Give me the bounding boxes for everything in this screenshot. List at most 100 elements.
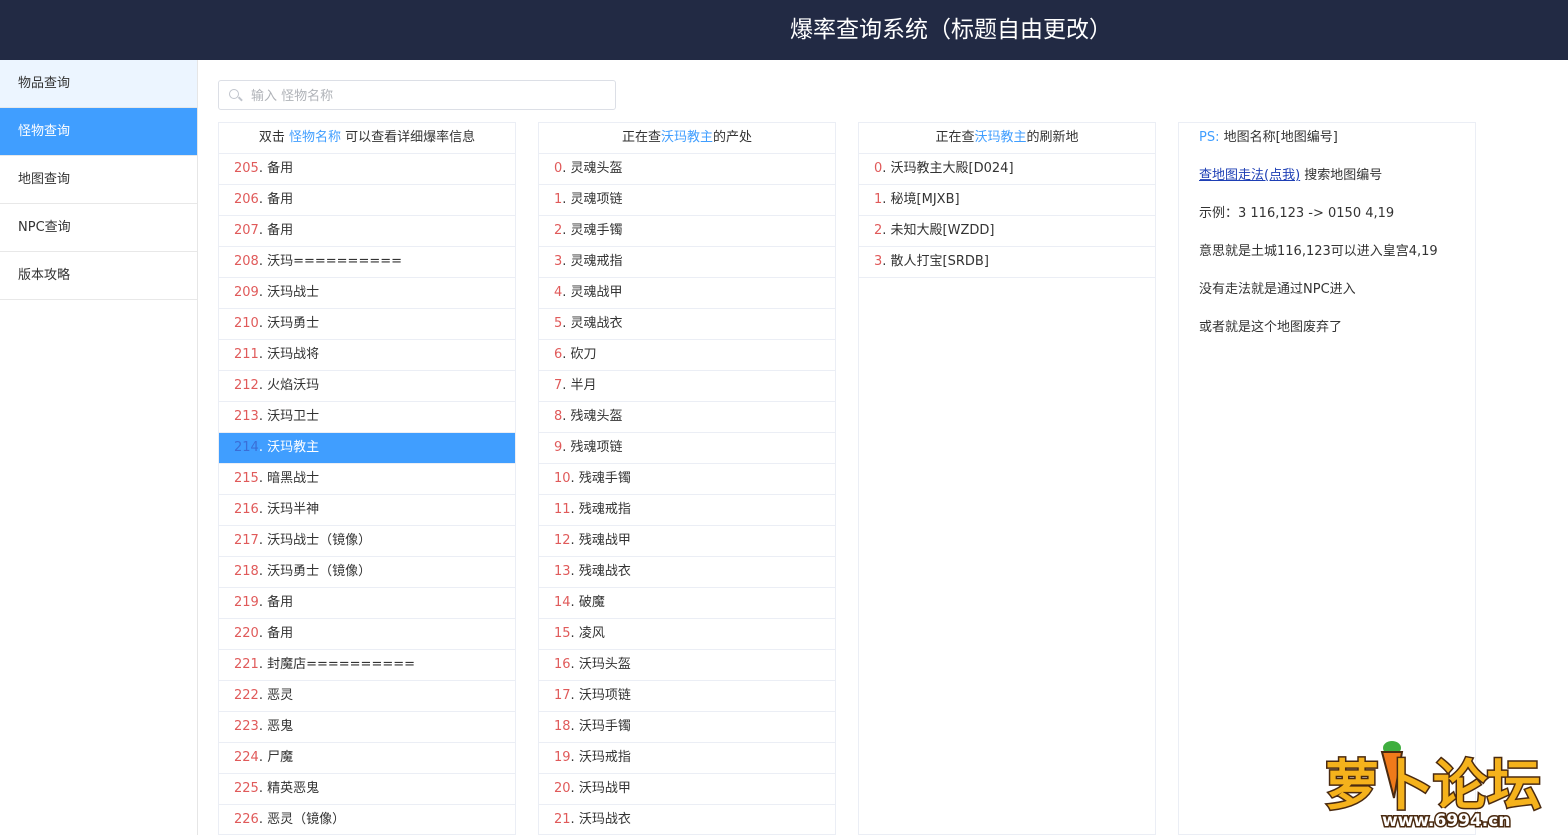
row-name: 沃玛手镯 xyxy=(578,719,631,734)
row-name: 残魂手镯 xyxy=(578,471,631,486)
list-item[interactable]: 2. 灵魂手镯 xyxy=(539,216,835,247)
list-item[interactable]: 3. 灵魂戒指 xyxy=(539,247,835,278)
list-item[interactable]: 226. 恶灵（镜像） xyxy=(219,805,515,834)
list-item[interactable]: 212. 火焰沃玛 xyxy=(219,371,515,402)
monster-list: 205. 备用 206. 备用 207. 备用 208. 沃玛========== 20… xyxy=(219,154,515,834)
row-separator: . xyxy=(562,378,571,393)
list-item[interactable]: 15. 凌风 xyxy=(539,619,835,650)
search-icon xyxy=(229,89,239,99)
sidebar-item-label: 物品查询 xyxy=(18,76,71,91)
row-name: 备用 xyxy=(267,192,294,207)
list-item[interactable]: 222. 恶灵 xyxy=(219,681,515,712)
row-name: 未知大殿[WZDD] xyxy=(890,223,995,238)
list-item[interactable]: 216. 沃玛半神 xyxy=(219,495,515,526)
list-item[interactable]: 21. 沃玛战衣 xyxy=(539,805,835,834)
row-name: 砍刀 xyxy=(570,347,597,362)
sidebar-item-map-query[interactable]: 地图查询 xyxy=(0,156,197,204)
list-item[interactable]: 213. 沃玛卫士 xyxy=(219,402,515,433)
list-item[interactable]: 223. 恶鬼 xyxy=(219,712,515,743)
list-item[interactable]: 207. 备用 xyxy=(219,216,515,247)
list-item[interactable]: 210. 沃玛勇士 xyxy=(219,309,515,340)
list-item[interactable]: 11. 残魂戒指 xyxy=(539,495,835,526)
list-item[interactable]: 225. 精英恶鬼 xyxy=(219,774,515,805)
row-index: 14 xyxy=(554,595,571,610)
list-item[interactable]: 18. 沃玛手镯 xyxy=(539,712,835,743)
list-item[interactable]: 217. 沃玛战士（镜像） xyxy=(219,526,515,557)
list-item[interactable]: 208. 沃玛========== xyxy=(219,247,515,278)
drop-list-panel: 正在查沃玛教主的产处 0. 灵魂头盔 1. 灵魂项链 2. 灵魂手镯 3. 灵魂戒指 4… xyxy=(538,122,836,835)
search-box[interactable] xyxy=(218,80,616,110)
list-item[interactable]: 224. 尸魔 xyxy=(219,743,515,774)
page-title: 爆率查询系统（标题自由更改） xyxy=(790,17,1112,43)
list-item[interactable]: 12. 残魂战甲 xyxy=(539,526,835,557)
list-item[interactable]: 220. 备用 xyxy=(219,619,515,650)
list-item[interactable]: 5. 灵魂战衣 xyxy=(539,309,835,340)
sidebar-item-version-guide[interactable]: 版本攻略 xyxy=(0,252,197,300)
list-item[interactable]: 16. 沃玛头盔 xyxy=(539,650,835,681)
row-index: 12 xyxy=(554,533,571,548)
watermark-brand: 萝卜论坛 xyxy=(1325,754,1541,817)
sidebar-item-npc-query[interactable]: NPC查询 xyxy=(0,204,197,252)
list-item[interactable]: 19. 沃玛戒指 xyxy=(539,743,835,774)
row-separator: . xyxy=(562,285,571,300)
row-name: 破魔 xyxy=(578,595,605,610)
row-separator: . xyxy=(258,533,268,548)
list-item[interactable]: 0. 沃玛教主大殿[D024] xyxy=(859,154,1155,185)
row-name: 沃玛项链 xyxy=(578,688,631,703)
row-separator: . xyxy=(882,192,891,207)
row-separator: . xyxy=(570,719,579,734)
list-item[interactable]: 2. 未知大殿[WZDD] xyxy=(859,216,1155,247)
watermark-site: www.6994.cn xyxy=(1382,811,1510,830)
map-route-link[interactable]: 查地图走法(点我) xyxy=(1199,168,1300,183)
list-item[interactable]: 20. 沃玛战甲 xyxy=(539,774,835,805)
list-item[interactable]: 211. 沃玛战将 xyxy=(219,340,515,371)
row-separator: . xyxy=(258,192,268,207)
list-item[interactable]: 7. 半月 xyxy=(539,371,835,402)
row-name: 秘境[MJXB] xyxy=(890,192,960,207)
row-separator: . xyxy=(258,223,268,238)
list-item[interactable]: 214. 沃玛教主 xyxy=(219,433,515,464)
row-index: 209 xyxy=(234,285,259,300)
row-name: 沃玛战士 xyxy=(267,285,320,300)
list-item[interactable]: 221. 封魔店========== xyxy=(219,650,515,681)
row-separator: . xyxy=(258,161,268,176)
example-line: 示例：3 116,123 -> 0150 4,19 xyxy=(1199,206,1395,221)
row-name: 恶灵 xyxy=(267,688,294,703)
list-item[interactable]: 8. 残魂头盔 xyxy=(539,402,835,433)
sidebar-item-monster-query[interactable]: 怪物查询 xyxy=(0,108,197,156)
row-separator: . xyxy=(562,161,571,176)
row-separator: . xyxy=(258,316,268,331)
row-separator: . xyxy=(258,564,268,579)
list-item[interactable]: 218. 沃玛勇士（镜像） xyxy=(219,557,515,588)
list-item[interactable]: 209. 沃玛战士 xyxy=(219,278,515,309)
list-item[interactable]: 205. 备用 xyxy=(219,154,515,185)
list-item[interactable]: 215. 暗黑战士 xyxy=(219,464,515,495)
list-item[interactable]: 9. 残魂项链 xyxy=(539,433,835,464)
list-item[interactable]: 10. 残魂手镯 xyxy=(539,464,835,495)
row-index: 221 xyxy=(234,657,259,672)
row-name: 残魂战甲 xyxy=(578,533,631,548)
row-separator: . xyxy=(882,223,891,238)
notes-content: PS: 地图名称[地图编号] 查地图走法(点我) 搜索地图编号 示例：3 116… xyxy=(1179,128,1475,338)
list-item[interactable]: 17. 沃玛项链 xyxy=(539,681,835,712)
row-index: 214 xyxy=(234,440,259,455)
list-item[interactable]: 3. 散人打宝[SRDB] xyxy=(859,247,1155,278)
list-item[interactable]: 4. 灵魂战甲 xyxy=(539,278,835,309)
list-item[interactable]: 14. 破魔 xyxy=(539,588,835,619)
list-item[interactable]: 206. 备用 xyxy=(219,185,515,216)
list-item[interactable]: 0. 灵魂头盔 xyxy=(539,154,835,185)
row-separator: . xyxy=(570,533,579,548)
search-input[interactable] xyxy=(249,85,603,107)
row-separator: . xyxy=(258,750,268,765)
row-name: 沃玛========== xyxy=(267,254,403,269)
sidebar-item-item-query[interactable]: 物品查询 xyxy=(0,60,197,108)
row-separator: . xyxy=(570,502,579,517)
list-item[interactable]: 13. 残魂战衣 xyxy=(539,557,835,588)
no-route-line: 没有走法就是通过NPC进入 xyxy=(1199,282,1356,297)
list-item[interactable]: 1. 灵魂项链 xyxy=(539,185,835,216)
list-item[interactable]: 219. 备用 xyxy=(219,588,515,619)
list-item[interactable]: 1. 秘境[MJXB] xyxy=(859,185,1155,216)
list-item[interactable]: 6. 砍刀 xyxy=(539,340,835,371)
row-separator: . xyxy=(562,254,571,269)
row-separator: . xyxy=(570,688,579,703)
